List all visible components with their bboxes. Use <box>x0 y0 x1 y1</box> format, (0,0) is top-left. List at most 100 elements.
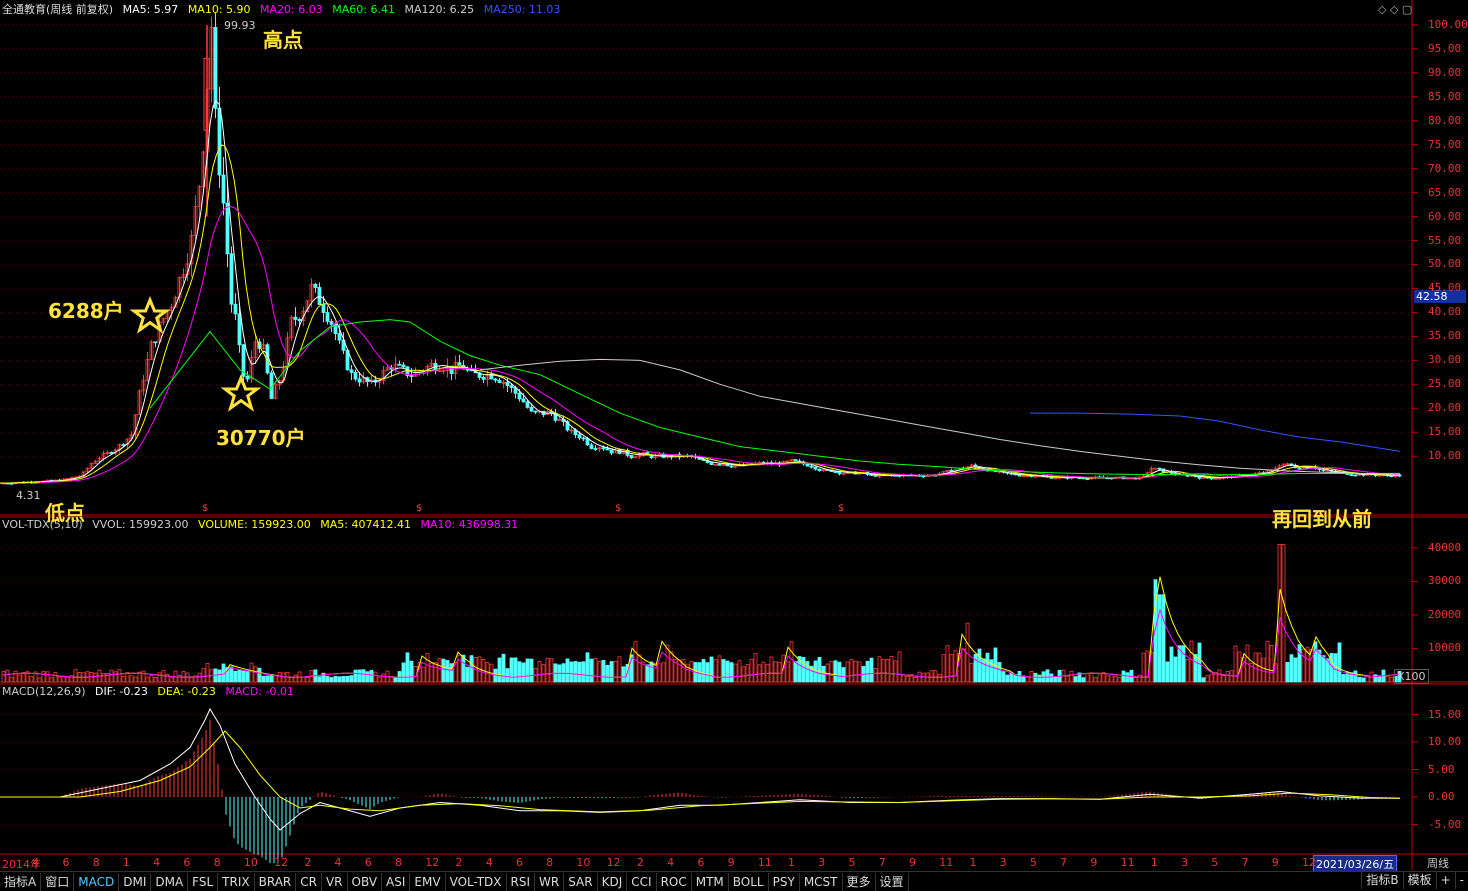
volume-tick-label: 20000 <box>1428 607 1462 621</box>
indicator-tab[interactable]: WR <box>535 872 565 891</box>
indicator-tab[interactable]: DMI <box>119 872 152 891</box>
volume-bar <box>1185 658 1190 683</box>
volume-bar <box>741 666 746 683</box>
indicator-tab[interactable]: VOL-TDX <box>446 872 507 891</box>
volume-bar <box>889 656 894 683</box>
volume-bar <box>17 674 22 683</box>
candle <box>709 462 714 465</box>
volume-bar <box>437 658 442 683</box>
indicator-tab[interactable]: OBV <box>348 872 383 891</box>
volume-bar <box>1133 677 1138 683</box>
indicator-tab[interactable]: VR <box>322 872 348 891</box>
macd-header: MACD(12,26,9) DIF: -0.23 DEA: -0.23 MACD… <box>2 684 300 700</box>
volume-bar <box>929 670 934 683</box>
indicator-tab[interactable]: DMA <box>151 872 189 891</box>
volume-bar <box>713 659 718 683</box>
indicator-tab[interactable]: ROC <box>657 872 692 891</box>
indicator-tab[interactable]: 设置 <box>876 872 909 891</box>
indicator-tab[interactable]: KDJ <box>598 872 628 891</box>
volume-bar <box>729 662 734 683</box>
volume-bar <box>657 663 662 683</box>
volume-bar <box>853 660 858 683</box>
x-tick-label: 6 <box>515 856 523 869</box>
low-price-label: 4.31 <box>16 489 41 502</box>
volume-bar <box>969 663 974 683</box>
volume-bar <box>409 660 414 683</box>
candle <box>1085 478 1090 480</box>
volume-bar <box>337 676 342 683</box>
volume-bar <box>521 662 526 683</box>
right-tab[interactable]: 模板 <box>1402 871 1436 889</box>
volume-bar <box>593 657 598 683</box>
volume-bar <box>1037 674 1042 683</box>
indicator-tab[interactable]: MCST <box>800 872 843 891</box>
candle <box>397 363 402 366</box>
indicator-tab[interactable]: 指标A <box>0 872 42 891</box>
volume-bar <box>1125 672 1130 683</box>
vvol-label: VVOL: 159923.00 <box>92 518 189 531</box>
x-tick-label: 6 <box>364 856 372 869</box>
indicator-tab[interactable]: SAR <box>564 872 598 891</box>
volume-bar <box>605 664 610 683</box>
volume-bar <box>1137 674 1142 683</box>
candle <box>629 455 634 459</box>
volume-bar <box>1209 673 1214 683</box>
x-tick-label: 8 <box>213 856 221 869</box>
indicator-tab[interactable]: MTM <box>692 872 729 891</box>
volume-bar <box>249 662 254 683</box>
indicator-tab-bar: 指标A 窗口 MACD DMI DMA FSL TRIX BRAR CR VR OBV ASI EMV V… <box>0 871 1468 891</box>
volume-bar <box>1045 669 1050 683</box>
candle <box>813 466 818 470</box>
ma10-label: MA10: 5.90 <box>187 3 251 16</box>
candle <box>505 381 510 387</box>
indicator-tab[interactable]: BOLL <box>729 872 769 891</box>
indicator-tab[interactable]: CCI <box>627 872 657 891</box>
volume-bar <box>329 677 334 683</box>
window-controls[interactable]: ◇ ◇ ▢ <box>1378 2 1412 18</box>
candle <box>349 369 354 373</box>
indicator-tab[interactable]: RSI <box>507 872 536 891</box>
candle <box>121 444 126 446</box>
right-tab[interactable]: + <box>1435 871 1455 889</box>
candle <box>357 378 362 383</box>
volume-bar <box>805 661 810 683</box>
indicator-tab[interactable]: 更多 <box>843 872 876 891</box>
candle <box>313 283 318 288</box>
indicator-tab[interactable]: EMV <box>410 872 446 891</box>
candle <box>297 319 302 322</box>
indicator-tab[interactable]: PSY <box>769 872 800 891</box>
right-tab[interactable]: - <box>1454 871 1468 889</box>
candle <box>465 368 470 371</box>
volume-bar <box>469 655 474 683</box>
indicator-tab[interactable]: MACD <box>74 872 120 891</box>
volume-bar <box>817 657 822 683</box>
indicator-tab[interactable]: CR <box>296 872 322 891</box>
indicator-tab[interactable]: 窗口 <box>41 872 75 891</box>
candle <box>837 471 842 475</box>
indicator-tab[interactable]: ASI <box>382 872 411 891</box>
dividend-marker: $ <box>202 503 208 514</box>
volume-bar <box>241 670 246 683</box>
ma60-line <box>149 319 1401 476</box>
macd-layer <box>0 707 1401 863</box>
annotation-high: 高点 <box>263 28 303 52</box>
volume-bar <box>621 666 626 683</box>
volume-bar <box>129 675 134 683</box>
right-tab[interactable]: 指标B <box>1361 871 1402 889</box>
volume-bar <box>589 658 594 683</box>
indicator-tab[interactable]: TRIX <box>218 872 255 891</box>
volume-bar <box>1357 676 1362 683</box>
candle <box>1217 477 1222 480</box>
volume-bar <box>253 666 258 683</box>
price-tick-label: 90.00 <box>1428 65 1462 79</box>
indicator-tab[interactable]: BRAR <box>255 872 297 891</box>
volume-bar <box>1385 676 1390 683</box>
volume-tick-label: 10000 <box>1428 641 1462 655</box>
price-tick-label: 30.00 <box>1428 353 1462 367</box>
candle <box>153 341 158 344</box>
volume-bar <box>1001 671 1006 683</box>
candle <box>593 448 598 450</box>
indicator-tab[interactable]: FSL <box>188 872 219 891</box>
volume-bar <box>981 658 986 683</box>
volume-bar <box>577 661 582 683</box>
